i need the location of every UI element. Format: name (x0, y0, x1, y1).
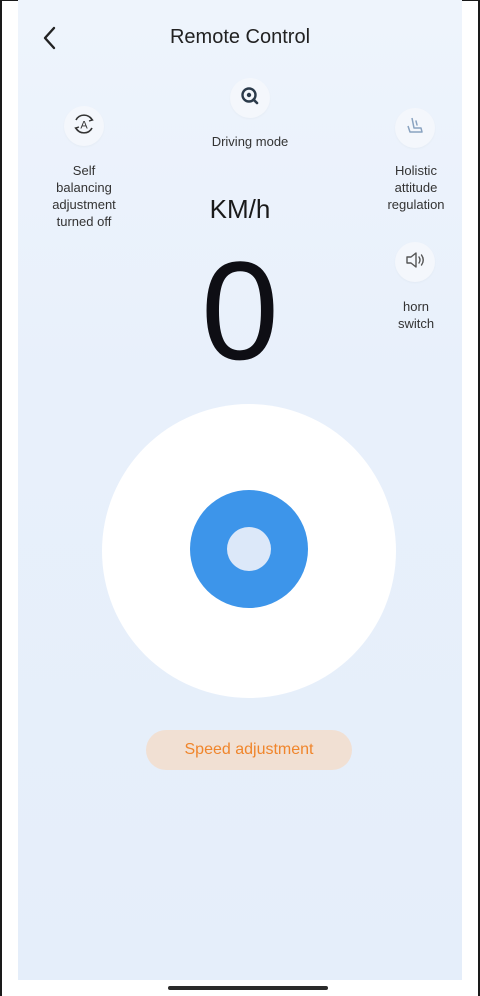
steering-search-icon (240, 86, 260, 111)
speed-value: 0 (201, 232, 279, 389)
joystick-knob-center (227, 527, 271, 571)
remote-control-screen: Remote Control Driving mode A Self balan… (18, 0, 462, 980)
holistic-attitude-button[interactable] (395, 108, 435, 148)
joystick-knob[interactable] (190, 490, 308, 608)
page-title: Remote Control (169, 26, 311, 48)
driving-mode-button[interactable] (230, 78, 270, 118)
home-indicator (168, 986, 328, 990)
svg-text:A: A (80, 119, 88, 131)
speed-adjustment-button[interactable]: Speed adjustment (146, 730, 352, 770)
driving-mode-label: Driving mode (211, 134, 289, 149)
self-balancing-button[interactable]: A (64, 106, 104, 146)
seat-icon (404, 115, 426, 142)
speed-unit: KM/h (209, 194, 271, 224)
auto-rotate-icon: A (71, 111, 97, 142)
